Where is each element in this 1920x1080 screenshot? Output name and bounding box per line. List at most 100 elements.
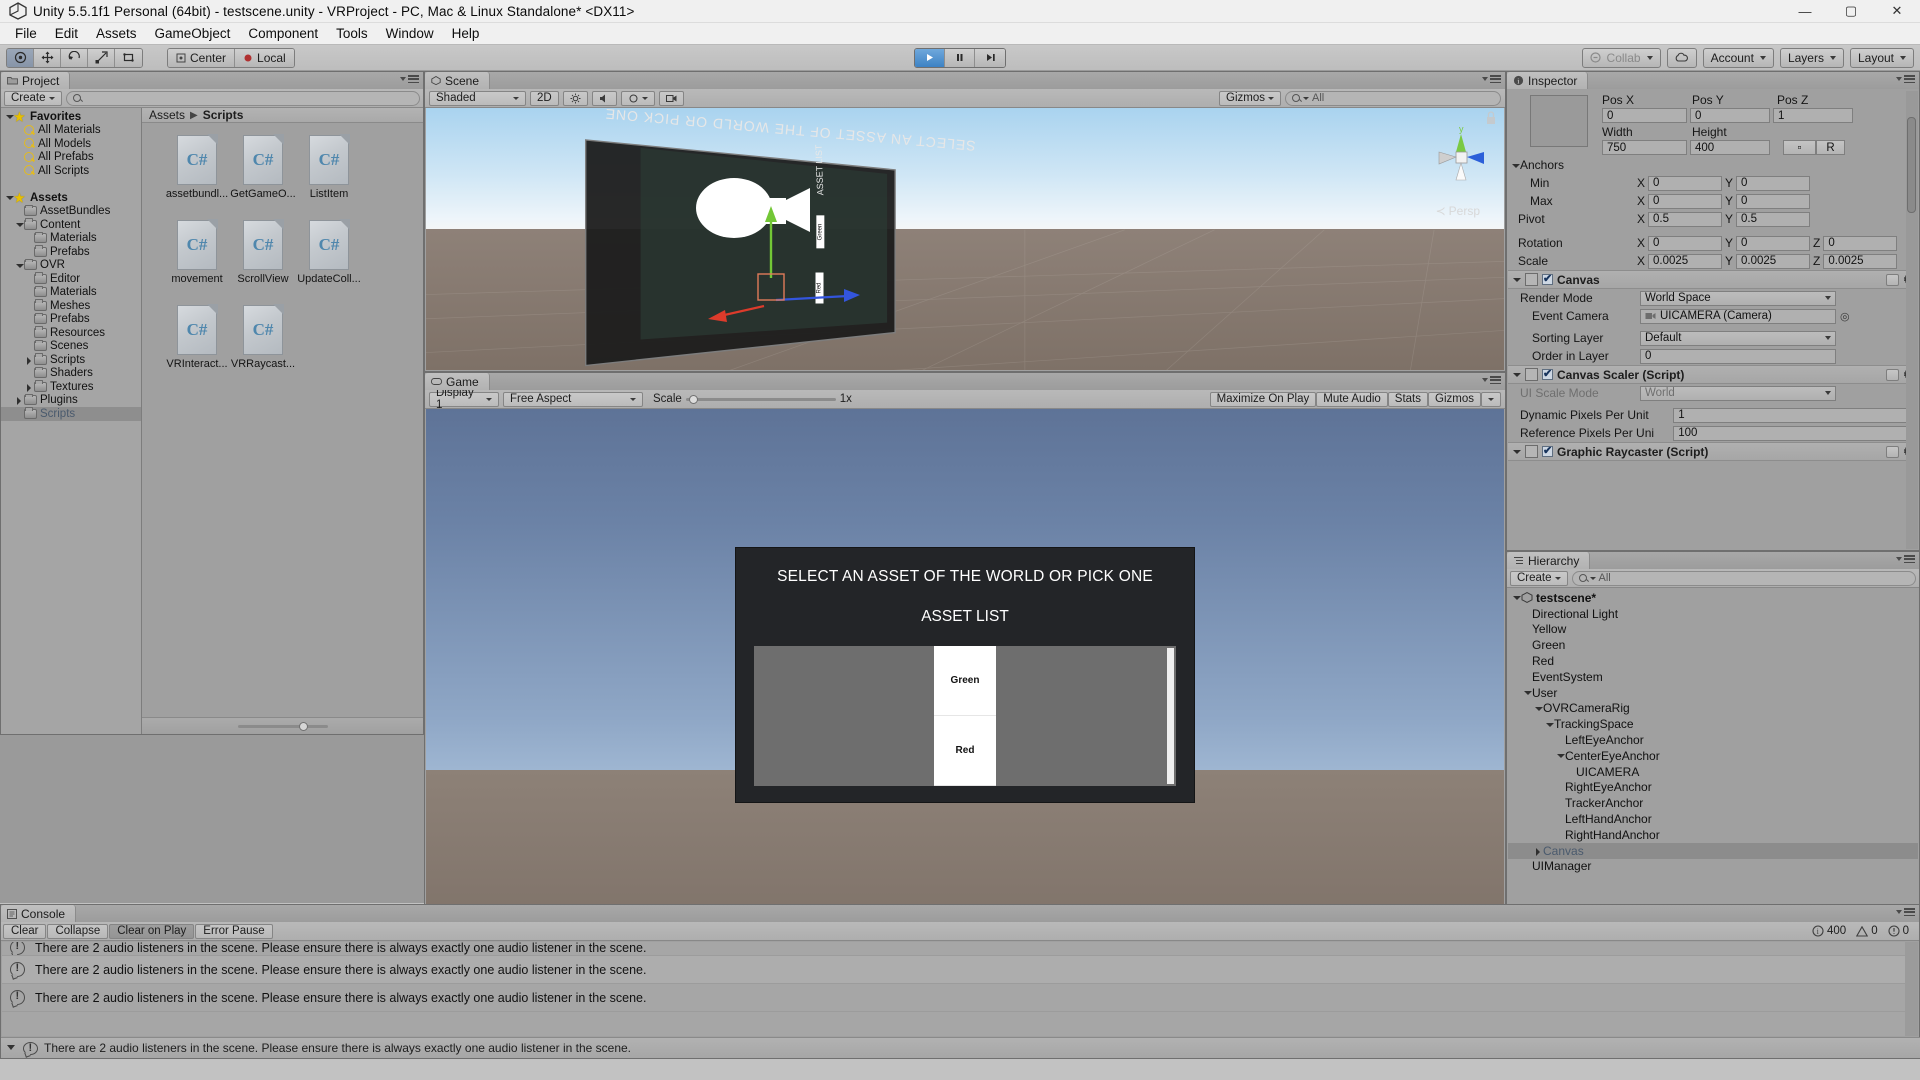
- console-warning-count[interactable]: 0: [1856, 925, 1878, 937]
- canvas-scaler-foldout-arrow[interactable]: [1512, 370, 1521, 379]
- dynamic-ppu-field[interactable]: 1: [1673, 407, 1918, 423]
- project-tree-item-materials[interactable]: Materials: [1, 231, 141, 246]
- hierarchy-item-righthandanchor[interactable]: RightHandAnchor: [1508, 827, 1918, 843]
- hand-tool-button[interactable]: [7, 48, 34, 67]
- maximize-button[interactable]: ▢: [1828, 0, 1874, 23]
- hierarchy-panel-menu[interactable]: [1896, 555, 1915, 563]
- status-expand-arrow[interactable]: [7, 1043, 17, 1053]
- project-tree-item-assets[interactable]: ★ Assets: [1, 191, 141, 205]
- graphic-raycaster-book-icon[interactable]: [1886, 445, 1900, 458]
- close-button[interactable]: ✕: [1874, 0, 1920, 23]
- project-create-button[interactable]: Create: [4, 90, 62, 106]
- order-in-layer-field[interactable]: 0: [1640, 348, 1836, 364]
- rotation-y-field[interactable]: 0: [1736, 235, 1811, 251]
- game-scale-slider[interactable]: [685, 393, 836, 405]
- event-camera-field[interactable]: UICAMERA (Camera): [1640, 308, 1836, 324]
- hierarchy-item-righteyeanchor[interactable]: RightEyeAnchor: [1508, 780, 1918, 796]
- project-panel-menu[interactable]: [400, 75, 419, 83]
- foldout-arrow[interactable]: [15, 261, 24, 270]
- canvas-component-header[interactable]: Canvas ⚙: [1508, 270, 1918, 289]
- project-tree-item-assetbundles[interactable]: AssetBundles: [1, 204, 141, 219]
- scene-fx-dropdown[interactable]: [620, 90, 655, 106]
- scene-camera-toggle[interactable]: [658, 90, 684, 106]
- project-folder-tree[interactable]: ★ Favorites All Materials All Models All Pre…: [1, 108, 142, 734]
- project-tree-item-ovr[interactable]: OVR: [1, 258, 141, 273]
- project-tree-item-all-models[interactable]: All Models: [1, 137, 141, 151]
- project-tree-item-all-materials[interactable]: All Materials: [1, 124, 141, 138]
- asset-item[interactable]: C# assetbundl...: [164, 134, 230, 200]
- breadcrumb-assets[interactable]: Assets: [149, 108, 185, 122]
- project-tree-item-all-prefabs[interactable]: All Prefabs: [1, 151, 141, 165]
- asset-item[interactable]: C# ListItem: [296, 134, 362, 200]
- scene-panel-menu[interactable]: [1482, 75, 1501, 83]
- game-scale-knob[interactable]: [688, 394, 698, 404]
- scene-search-input[interactable]: All: [1285, 90, 1501, 106]
- scene-viewport[interactable]: SELECT AN ASSET OF THE WORLD OR PICK ONE…: [426, 108, 1504, 370]
- vr-list-item-green[interactable]: Green: [934, 646, 996, 716]
- hierarchy-item-eventsystem[interactable]: EventSystem: [1508, 669, 1918, 685]
- game-panel-menu[interactable]: [1482, 376, 1501, 384]
- step-button[interactable]: [975, 48, 1005, 67]
- pivot-y-field[interactable]: 0.5: [1736, 211, 1811, 227]
- project-tree-item-prefabs[interactable]: Prefabs: [1, 312, 141, 327]
- vr-asset-list[interactable]: Green Red: [754, 646, 1176, 786]
- project-tree-item-scenes[interactable]: Scenes: [1, 339, 141, 354]
- maximize-on-play-button[interactable]: Maximize On Play: [1209, 391, 1317, 407]
- project-tree-item-scripts[interactable]: Scripts: [1, 353, 141, 367]
- scale-y-field[interactable]: 0.0025: [1736, 253, 1811, 269]
- hierarchy-item-canvas[interactable]: Canvas: [1508, 842, 1918, 859]
- pivot-center-button[interactable]: Center: [168, 48, 236, 67]
- rect-tool-button[interactable]: [115, 48, 142, 67]
- console-log-row[interactable]: There are 2 audio listeners in the scene…: [2, 942, 1918, 956]
- menu-item-window[interactable]: Window: [377, 24, 443, 43]
- project-tree-item-materials[interactable]: Materials: [1, 285, 141, 300]
- reference-ppu-field[interactable]: 100: [1673, 425, 1918, 441]
- graphic-raycaster-enabled-checkbox[interactable]: [1542, 444, 1553, 457]
- tab-inspector[interactable]: i Inspector: [1507, 72, 1589, 89]
- game-gizmos-dropdown[interactable]: [1481, 391, 1501, 407]
- canvas-book-icon[interactable]: [1886, 273, 1900, 286]
- rotate-tool-button[interactable]: [61, 48, 88, 67]
- console-clear-on-play-button[interactable]: Clear on Play: [109, 923, 195, 939]
- vr-list-scrollbar[interactable]: [1167, 648, 1174, 784]
- scene-lighting-toggle[interactable]: [562, 90, 588, 106]
- console-info-count[interactable]: i 400: [1812, 925, 1846, 937]
- project-tree-item-scripts[interactable]: Scripts: [1, 407, 141, 421]
- pos-y-field[interactable]: 0: [1690, 108, 1770, 123]
- canvas-foldout-arrow[interactable]: [1512, 275, 1521, 284]
- console-log-row[interactable]: There are 2 audio listeners in the scene…: [2, 984, 1918, 1012]
- menu-item-help[interactable]: Help: [443, 24, 489, 43]
- raw-edit-button[interactable]: R: [1816, 140, 1845, 155]
- console-collapse-button[interactable]: Collapse: [47, 923, 109, 939]
- foldout-arrow[interactable]: [1523, 688, 1532, 697]
- game-gizmos-button[interactable]: Gizmos: [1428, 391, 1481, 407]
- scene-projection-label[interactable]: ≺ Persp: [1436, 204, 1480, 218]
- console-clear-button[interactable]: Clear: [3, 923, 47, 939]
- foldout-arrow[interactable]: [1534, 846, 1543, 856]
- asset-item[interactable]: C# VRRaycast...: [230, 304, 296, 370]
- move-tool-button[interactable]: [34, 48, 61, 67]
- anchors-foldout-arrow[interactable]: [1511, 161, 1520, 170]
- scale-tool-button[interactable]: [88, 48, 115, 67]
- foldout-arrow[interactable]: [15, 220, 24, 229]
- project-search-input[interactable]: [65, 90, 420, 106]
- foldout-arrow[interactable]: [25, 382, 34, 392]
- inspector-panel-menu[interactable]: [1896, 75, 1915, 83]
- lock-icon[interactable]: [1484, 108, 1498, 128]
- event-camera-picker[interactable]: ◎: [1840, 310, 1850, 323]
- asset-item[interactable]: C# GetGameO...: [230, 134, 296, 200]
- hierarchy-item-ovrcamerarig[interactable]: OVRCameraRig: [1508, 701, 1918, 717]
- project-tree-item-plugins[interactable]: Plugins: [1, 393, 141, 408]
- shading-mode-dropdown[interactable]: Shaded: [429, 90, 526, 106]
- menu-item-tools[interactable]: Tools: [327, 24, 377, 43]
- tab-scene[interactable]: Scene: [425, 72, 491, 89]
- rotation-x-field[interactable]: 0: [1648, 235, 1723, 251]
- console-message-list[interactable]: There are 2 audio listeners in the scene…: [2, 942, 1918, 1036]
- foldout-arrow[interactable]: [25, 355, 34, 365]
- console-scrollbar[interactable]: [1905, 942, 1918, 1036]
- console-error-pause-button[interactable]: Error Pause: [195, 923, 273, 939]
- render-mode-dropdown[interactable]: World Space: [1640, 290, 1836, 306]
- scene-2d-toggle[interactable]: 2D: [530, 90, 559, 106]
- hierarchy-item-directional-light[interactable]: Directional Light: [1508, 606, 1918, 622]
- foldout-arrow[interactable]: [5, 112, 14, 121]
